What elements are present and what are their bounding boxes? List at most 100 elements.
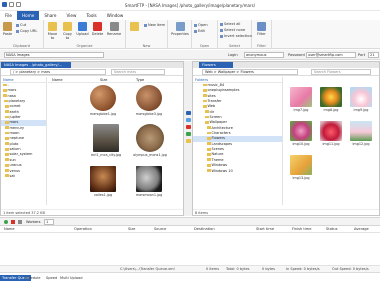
tab-schedule[interactable]: Schedule [22, 275, 43, 281]
tab-share[interactable]: Share [39, 11, 61, 20]
folder-icon [5, 174, 9, 178]
file-thumbnail[interactable]: img9.jpg [348, 87, 374, 112]
folder-icon [207, 153, 211, 156]
address-input[interactable]: NASA Images [4, 52, 104, 58]
file-thumbnail[interactable]: img7.jpg [288, 87, 314, 112]
filter-button[interactable]: Filter [255, 22, 268, 36]
column-source[interactable]: Source [154, 226, 166, 233]
rename-icon [109, 22, 119, 31]
queue-list[interactable] [0, 233, 380, 265]
tab-multi-upload[interactable]: Multi Upload [58, 275, 85, 281]
column-type[interactable]: Type [136, 77, 144, 83]
tree-item[interactable]: sat [1, 174, 46, 179]
stop-queue-icon[interactable] [11, 220, 15, 224]
folder-icon [5, 153, 9, 156]
upload-arrow-icon[interactable] [185, 118, 191, 122]
folder-icon [4, 99, 8, 103]
file-thumbnail[interactable]: olympus_mons1.jpg [130, 124, 170, 157]
upload-button[interactable]: Upload [76, 22, 89, 36]
file-thumbnail[interactable]: marsmoon1.jpg [132, 166, 166, 197]
cut-button[interactable]: Cut [16, 23, 26, 27]
paste-button[interactable]: Paste [1, 22, 14, 36]
column-operation[interactable]: Operation [74, 226, 92, 233]
properties-button[interactable]: Properties [171, 22, 189, 36]
file-thumbnail[interactable]: img10.jpg [288, 121, 314, 146]
rename-button[interactable]: Rename [106, 22, 122, 36]
column-name[interactable]: Name [52, 77, 63, 83]
remote-search-input[interactable]: Search mars [111, 69, 165, 75]
login-label: Login [228, 53, 238, 57]
column-size[interactable]: Size [128, 226, 135, 233]
folder-icon [207, 163, 211, 167]
file-thumbnail[interactable]: marsglobe3.jpg [132, 85, 166, 116]
workers-label: Workers [26, 220, 41, 224]
column-destination[interactable]: Destination [194, 226, 215, 233]
copy-to-button[interactable]: Copy to [61, 22, 74, 40]
queue-header: Name Operation Size Source Destination S… [0, 226, 380, 238]
local-path[interactable]: Web > Wallpaper > Flowers [202, 69, 298, 75]
column-name[interactable]: Name [4, 226, 15, 233]
folder-icon [207, 158, 211, 162]
local-search-input[interactable]: Search Flowers [311, 69, 371, 75]
port-input[interactable]: 21 [368, 52, 379, 58]
file-thumbnail[interactable]: valles1.jpg [86, 166, 120, 197]
column-status[interactable]: Status [326, 226, 337, 233]
password-input[interactable]: user@smartftp.com [306, 52, 356, 58]
delete-icon [93, 22, 102, 31]
refresh-icon[interactable] [185, 132, 191, 136]
folder-icon [5, 110, 9, 114]
delete-button[interactable]: Delete [91, 22, 104, 36]
file-thumbnail[interactable]: marsglobe1.jpg [86, 85, 120, 116]
column-start-time[interactable]: Start time [256, 226, 274, 233]
file-thumbnail[interactable]: mrl1_mca_city.jpg [86, 124, 126, 157]
folder-icon [3, 94, 7, 98]
folder-icon [205, 121, 209, 124]
image-preview [350, 87, 372, 107]
select-none-button[interactable]: Select none [220, 28, 245, 32]
queue-settings-icon[interactable] [18, 220, 22, 224]
tree-item[interactable]: Windows 10 [193, 169, 282, 174]
file-thumbnail[interactable]: img13.jpg [288, 155, 314, 180]
file-thumbnail[interactable]: img11.jpg [318, 121, 344, 146]
ribbon: Paste Cut Copy URL Clipboard Move to Cop… [0, 20, 380, 49]
image-preview [136, 166, 162, 192]
queue-toolbar: Workers 1 [0, 217, 380, 226]
folder-icon[interactable] [185, 139, 191, 143]
copy-url-button[interactable]: Copy URL [16, 29, 37, 33]
image-preview [350, 121, 372, 141]
remote-pane: NASA Images - /photo_gallery/... / > pla… [0, 61, 184, 216]
remote-status: 1 item selected 37.2 KB [1, 209, 183, 215]
paste-icon [3, 22, 12, 31]
invert-selection-button[interactable]: Invert selection [220, 34, 252, 38]
column-size[interactable]: Size [100, 77, 107, 83]
login-input[interactable]: anonymous [244, 52, 284, 58]
open-button[interactable]: Open [194, 23, 208, 27]
folder-icon [5, 158, 9, 162]
edit-icon [194, 29, 197, 33]
select-all-icon [220, 22, 223, 26]
tab-speed[interactable]: Speed [44, 275, 59, 281]
invert-icon [220, 34, 223, 38]
image-preview [136, 124, 164, 152]
column-finish-time[interactable]: Finish time [292, 226, 312, 233]
edit-button[interactable]: Edit [194, 29, 205, 33]
move-to-button[interactable]: Move to [46, 22, 59, 40]
tab-file[interactable]: File [0, 11, 17, 20]
file-thumbnail[interactable]: img12.jpg [348, 121, 374, 146]
image-preview [90, 85, 116, 111]
file-thumbnail[interactable]: img8.jpg [318, 87, 344, 112]
tab-tools[interactable]: Tools [81, 11, 101, 20]
new-folder-button[interactable] [128, 22, 141, 32]
remote-path[interactable]: / > planetary > mars [10, 69, 106, 75]
tab-view[interactable]: View [61, 11, 81, 20]
download-arrow-icon[interactable] [185, 111, 191, 115]
start-queue-icon[interactable] [4, 220, 8, 224]
select-all-button[interactable]: Select all [220, 22, 240, 26]
new-item-button[interactable]: New item [144, 23, 165, 27]
tab-home[interactable]: Home [17, 11, 40, 20]
tab-window[interactable]: Window [102, 11, 129, 20]
workers-input[interactable]: 1 [44, 219, 54, 225]
delete-icon[interactable] [185, 125, 191, 129]
folder-icon [5, 137, 9, 140]
folder-icon [3, 83, 7, 87]
